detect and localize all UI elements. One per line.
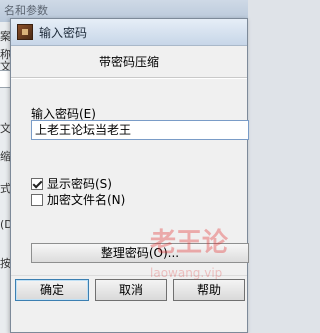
dialog-titlebar[interactable]: 输入密码 [11,19,247,46]
show-password-option[interactable]: 显示密码(S) [31,175,112,192]
help-button[interactable]: 帮助 [173,279,245,301]
dialog-title: 输入密码 [39,26,88,40]
password-dialog: 输入密码 带密码压缩 输入密码(E) 上老王论坛当老王 显示密码(S) 加密文件… [10,18,249,333]
dialog-footer: 确定 取消 帮助 [11,275,247,332]
separator [11,77,247,79]
show-password-label: 显示密码(S) [47,177,112,191]
encrypt-filenames-checkbox[interactable] [31,193,43,206]
background-title-text: 名和参数 [4,4,48,17]
profile-label: 带密码压缩 [98,55,159,69]
cancel-button[interactable]: 取消 [95,279,167,301]
encrypt-filenames-label: 加密文件名(N) [47,193,126,207]
password-input[interactable]: 上老王论坛当老王 [31,120,249,140]
manage-passwords-button[interactable]: 整理密码(O)... [31,243,249,263]
show-password-checkbox[interactable] [31,177,43,190]
archive-app-icon [17,24,33,40]
encrypt-filenames-option[interactable]: 加密文件名(N) [31,191,125,208]
ok-button[interactable]: 确定 [15,279,89,301]
